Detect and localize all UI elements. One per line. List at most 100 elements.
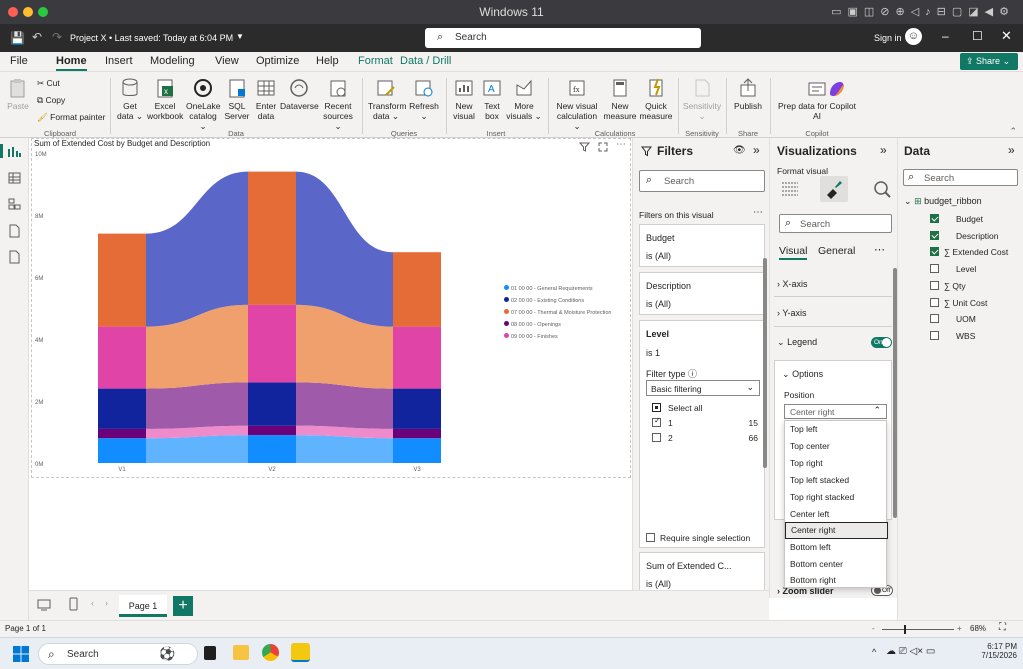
- enter-data-button[interactable]: Enter data: [254, 77, 278, 121]
- field-checkbox[interactable]: [930, 297, 939, 307]
- chrome-icon[interactable]: [262, 644, 279, 661]
- tab-format[interactable]: Format: [358, 55, 393, 67]
- collapse-filters-icon[interactable]: »: [753, 143, 760, 157]
- transform-data-button[interactable]: Transform data ⌄: [368, 77, 406, 121]
- clock[interactable]: 6:17 PM 7/15/2026: [967, 642, 1017, 660]
- tray-icons[interactable]: ☁ ⎚ ◁× ▭: [886, 646, 935, 657]
- format-visual-tab[interactable]: [820, 176, 848, 202]
- field-qty[interactable]: ∑ Qty: [898, 279, 1023, 295]
- tab-view[interactable]: View: [215, 55, 239, 67]
- cut-button[interactable]: ✂ Cut: [37, 78, 60, 88]
- options-subsection[interactable]: ⌄ Options: [782, 369, 823, 380]
- ribbon-chart-visual[interactable]: Sum of Extended Cost by Budget and Descr…: [31, 138, 631, 478]
- legend-item[interactable]: 09 00 00 - Finishes: [504, 331, 630, 343]
- desktop-layout-icon[interactable]: [37, 599, 51, 611]
- zoom-slider[interactable]: [882, 625, 954, 634]
- vm-toolbar-icons[interactable]: ▭▣◫⊘⊕◁♪⊟▢◪◀⚙: [831, 5, 1015, 18]
- report-view-icon[interactable]: [8, 146, 21, 158]
- new-measure-button[interactable]: New measure: [603, 77, 637, 121]
- zoom-out-icon[interactable]: -: [872, 624, 875, 633]
- position-dropdown[interactable]: Center right ⌃: [784, 404, 887, 419]
- field-level[interactable]: Level: [898, 262, 1023, 278]
- filter-card-budget[interactable]: Budget is (All): [639, 224, 765, 267]
- tray-chevron-icon[interactable]: ^: [872, 647, 876, 657]
- field-checkbox[interactable]: [930, 247, 939, 257]
- search-box[interactable]: ⌕ Search: [425, 28, 701, 48]
- model-view-icon[interactable]: [8, 198, 21, 210]
- filter-type-dropdown[interactable]: Basic filtering ⌄: [646, 380, 760, 396]
- dataverse-button[interactable]: Dataverse: [280, 77, 319, 111]
- fit-page-icon[interactable]: ⛶: [999, 622, 1006, 633]
- tab-visual[interactable]: Visual: [779, 245, 808, 260]
- new-visual-calculation-button[interactable]: fx New visual calculation ⌄: [554, 77, 600, 131]
- field-wbs[interactable]: WBS: [898, 329, 1023, 345]
- mobile-layout-icon[interactable]: [69, 597, 78, 611]
- minimize-icon[interactable]: –: [942, 29, 949, 43]
- tab-file[interactable]: File: [10, 55, 28, 67]
- table-view-icon[interactable]: [8, 172, 21, 184]
- position-option-top-left[interactable]: Top left: [785, 421, 888, 438]
- share-button[interactable]: ⇪ Share ⌄: [960, 53, 1018, 70]
- collapse-viz-icon[interactable]: »: [880, 143, 887, 157]
- legend-item[interactable]: 01 00 00 - General Requirements: [504, 283, 630, 295]
- position-option-bottom-center[interactable]: Bottom center: [785, 556, 888, 573]
- build-visual-icon[interactable]: [780, 179, 800, 199]
- field-checkbox[interactable]: [930, 214, 939, 223]
- filter-card-description[interactable]: Description is (All): [639, 272, 765, 315]
- quick-measure-button[interactable]: Quick measure: [639, 77, 673, 121]
- position-option-top-right-stacked[interactable]: Top right stacked: [785, 489, 888, 506]
- legend-item[interactable]: 07 00 00 - Thermal & Moisture Protection: [504, 307, 630, 319]
- yaxis-section[interactable]: › Y-axis: [777, 308, 807, 318]
- publish-button[interactable]: Publish: [731, 77, 765, 111]
- onelake-catalog-button[interactable]: OneLake catalog ⌄: [186, 77, 221, 131]
- format-painter-button[interactable]: 🖌 Format painter: [37, 112, 105, 122]
- sql-server-button[interactable]: SQL Server: [224, 77, 250, 121]
- legend-section[interactable]: ⌄ Legend: [777, 337, 817, 348]
- position-option-center-left[interactable]: Center left: [785, 506, 888, 523]
- field-checkbox[interactable]: [930, 230, 939, 240]
- legend-item[interactable]: 08 00 00 - Openings: [504, 319, 630, 331]
- field-description[interactable]: Description: [898, 229, 1023, 245]
- field-extended-cost[interactable]: ∑ Extended Cost: [898, 245, 1023, 261]
- tab-help[interactable]: Help: [316, 55, 339, 67]
- zoom-in-icon[interactable]: +: [957, 624, 962, 633]
- select-all-checkbox[interactable]: [652, 403, 661, 412]
- copy-button[interactable]: ⧉ Copy: [37, 95, 65, 105]
- legend-item[interactable]: 02 00 00 - Existing Conditions: [504, 295, 630, 307]
- xaxis-section[interactable]: › X-axis: [777, 279, 808, 289]
- table-budget-ribbon[interactable]: ⌄ ⊞ budget_ribbon: [904, 196, 982, 207]
- position-option-center-right[interactable]: Center right: [785, 522, 888, 539]
- data-search-input[interactable]: ⌕ Search: [903, 169, 1018, 186]
- chevron-down-icon[interactable]: ▼: [236, 32, 244, 41]
- sign-in-link[interactable]: Sign in: [874, 33, 902, 43]
- paste-button[interactable]: Paste: [6, 77, 30, 111]
- position-option-top-right[interactable]: Top right: [785, 455, 888, 472]
- excel-workbook-button[interactable]: x Excel workbook: [147, 77, 183, 121]
- require-single-checkbox[interactable]: [646, 533, 655, 542]
- maximize-icon[interactable]: ☐: [972, 29, 983, 43]
- viz-search-input[interactable]: ⌕ Search: [779, 214, 892, 233]
- analytics-icon[interactable]: [872, 179, 892, 199]
- close-icon[interactable]: ✕: [1001, 28, 1012, 44]
- field-checkbox[interactable]: [930, 264, 939, 274]
- collapse-data-icon[interactable]: »: [1008, 143, 1015, 157]
- get-data-button[interactable]: Get data ⌄: [116, 77, 144, 121]
- page-tab-page-1[interactable]: Page 1: [119, 595, 167, 617]
- recent-sources-button[interactable]: Recent sources ⌄: [320, 77, 356, 131]
- position-option-bottom-right[interactable]: Bottom right: [785, 572, 888, 589]
- avatar-icon[interactable]: ☺: [905, 28, 922, 45]
- new-visual-button[interactable]: New visual: [451, 77, 477, 121]
- level-2-checkbox[interactable]: [652, 433, 661, 442]
- collapse-ribbon-icon[interactable]: ⌃: [1009, 126, 1017, 137]
- position-option-top-center[interactable]: Top center: [785, 438, 888, 455]
- tab-data-drill[interactable]: Data / Drill: [400, 55, 451, 67]
- save-icon[interactable]: 💾: [10, 31, 25, 45]
- power-bi-taskbar-icon[interactable]: [291, 643, 310, 662]
- tab-modeling[interactable]: Modeling: [150, 55, 195, 67]
- filter-card-level[interactable]: Level is 1 Filter type ⓘ Basic filtering…: [639, 320, 765, 548]
- text-box-button[interactable]: A Text box: [480, 77, 504, 121]
- prev-page-icon[interactable]: ‹: [91, 598, 94, 608]
- position-option-top-left-stacked[interactable]: Top left stacked: [785, 472, 888, 489]
- project-title[interactable]: Project X • Last saved: Today at 6:04 PM: [70, 33, 233, 43]
- task-view-icon[interactable]: [204, 646, 216, 660]
